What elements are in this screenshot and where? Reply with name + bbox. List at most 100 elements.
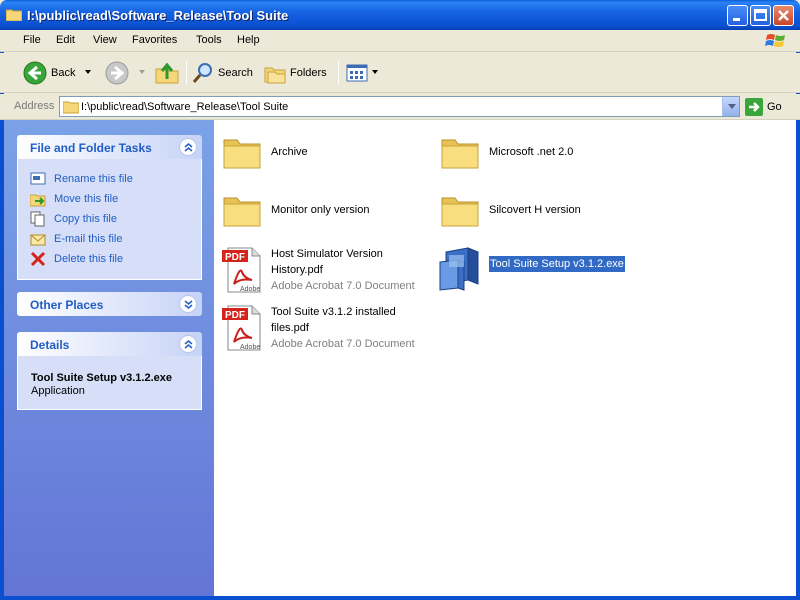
views-icon (346, 64, 368, 82)
file-type: Adobe Acrobat 7.0 Document (271, 280, 415, 292)
menu-edit[interactable]: Edit (56, 34, 75, 46)
file-item-host-simulator-pdf[interactable]: PDF Adobe Host Simulator Version History… (222, 244, 415, 294)
folder-icon (441, 139, 479, 169)
go-label: Go (767, 101, 782, 113)
expand-chevron-icon[interactable] (179, 295, 197, 313)
window-title: I:\public\read\Software_Release\Tool Sui… (27, 8, 289, 23)
panel-header[interactable]: File and Folder Tasks (17, 135, 202, 159)
panel-header[interactable]: Details (17, 332, 202, 356)
setup-installer-icon (439, 247, 479, 291)
views-dropdown-icon[interactable] (372, 70, 378, 74)
file-item-setup-exe[interactable]: Tool Suite Setup v3.1.2.exe (438, 246, 625, 292)
back-button[interactable]: Back (23, 59, 75, 87)
menu-favorites[interactable]: Favorites (132, 34, 177, 46)
panel-header[interactable]: Other Places (17, 292, 202, 316)
task-move[interactable]: Move this file (18, 189, 201, 209)
search-label: Search (218, 67, 253, 79)
folder-icon (223, 197, 261, 227)
task-rename[interactable]: Rename this file (18, 169, 201, 189)
move-icon (30, 194, 46, 207)
task-email[interactable]: E-mail this file (18, 229, 201, 249)
menu-view[interactable]: View (93, 34, 117, 46)
task-label[interactable]: Rename this file (54, 173, 133, 185)
menu-bar: File Edit View Favorites Tools Help (0, 30, 800, 52)
address-input[interactable] (81, 100, 711, 113)
other-places-panel: Other Places (17, 292, 202, 316)
rename-icon (30, 172, 46, 185)
views-button[interactable] (346, 59, 368, 87)
pdf-file-icon: PDF Adobe (222, 247, 261, 293)
email-icon (30, 234, 46, 246)
task-delete[interactable]: Delete this file (18, 249, 201, 269)
forward-arrow-icon (105, 61, 129, 85)
panel-title: Details (30, 338, 70, 352)
panel-title: Other Places (30, 298, 104, 312)
back-dropdown-icon[interactable] (85, 70, 91, 74)
task-label[interactable]: E-mail this file (54, 233, 122, 245)
menu-file[interactable]: File (23, 34, 41, 46)
task-copy[interactable]: Copy this file (18, 209, 201, 229)
panel-body: Tool Suite Setup v3.1.2.exe Application (17, 356, 202, 410)
file-text-block: Host Simulator Version History.pdf Adobe… (271, 246, 415, 294)
copy-icon (30, 211, 45, 227)
minimize-icon (733, 18, 740, 21)
panel-title: File and Folder Tasks (30, 141, 152, 155)
file-list-view[interactable]: Archive Microsoft .net 2.0 Monitor only … (214, 120, 796, 596)
collapse-chevron-icon[interactable] (179, 138, 197, 156)
task-label[interactable]: Move this file (54, 193, 118, 205)
minimize-button[interactable] (727, 5, 748, 26)
title-bar[interactable]: I:\public\read\Software_Release\Tool Sui… (0, 0, 800, 30)
pdf-badge-text: PDF (225, 252, 245, 263)
address-dropdown-button[interactable] (722, 97, 739, 116)
file-type: Adobe Acrobat 7.0 Document (271, 338, 415, 350)
search-icon (192, 63, 212, 83)
folders-button[interactable]: Folders (264, 59, 327, 87)
address-label: Address (14, 100, 55, 112)
up-folder-icon (155, 62, 179, 84)
file-folder-tasks-panel: File and Folder Tasks Rename this file M… (17, 135, 202, 280)
file-name: Silcovert H version (489, 204, 581, 216)
address-field[interactable] (59, 96, 740, 117)
close-button[interactable] (773, 5, 794, 26)
go-arrow-icon (745, 98, 763, 116)
panel-body: Rename this file Move this file Copy thi… (17, 159, 202, 280)
windows-logo-icon (765, 34, 785, 47)
forward-dropdown-icon[interactable] (139, 70, 145, 74)
file-name-line1: Tool Suite v3.1.2 installed (271, 306, 396, 318)
details-panel: Details Tool Suite Setup v3.1.2.exe Appl… (17, 332, 202, 410)
file-name-selected: Tool Suite Setup v3.1.2.exe (489, 256, 625, 272)
close-icon (778, 10, 789, 21)
folder-icon (223, 139, 261, 169)
file-name: Monitor only version (271, 204, 370, 216)
back-label: Back (51, 67, 76, 79)
collapse-chevron-icon[interactable] (179, 335, 197, 353)
menu-tools[interactable]: Tools (196, 34, 222, 46)
details-filetype: Application (31, 385, 85, 397)
folder-icon (6, 9, 22, 21)
pdf-badge-text: PDF (225, 310, 245, 321)
file-item-installed-files-pdf[interactable]: PDF Adobe Tool Suite v3.1.2 installed fi… (222, 302, 415, 352)
folder-item-microsoft-net[interactable]: Microsoft .net 2.0 (440, 132, 573, 172)
folder-item-silcovert[interactable]: Silcovert H version (440, 190, 581, 230)
folder-item-monitor-only[interactable]: Monitor only version (222, 190, 369, 230)
file-name-line2: files.pdf (271, 322, 309, 334)
forward-button[interactable] (105, 59, 129, 87)
details-filename: Tool Suite Setup v3.1.2.exe (31, 372, 173, 384)
folders-icon (264, 67, 286, 84)
folder-icon (441, 197, 479, 227)
search-button[interactable]: Search (192, 59, 253, 87)
task-label[interactable]: Copy this file (54, 213, 117, 225)
file-name: Microsoft .net 2.0 (489, 146, 574, 158)
maximize-button[interactable] (750, 5, 771, 26)
folder-item-archive[interactable]: Archive (222, 132, 308, 172)
go-button[interactable]: Go (745, 98, 782, 116)
delete-icon (30, 251, 46, 267)
toolbar-separator (186, 61, 187, 85)
task-label[interactable]: Delete this file (54, 253, 123, 265)
menu-help[interactable]: Help (237, 34, 260, 46)
adobe-label-text: Adobe (240, 344, 260, 351)
task-pane: File and Folder Tasks Rename this file M… (4, 120, 214, 596)
up-folder-button[interactable] (155, 59, 179, 87)
toolbar-separator (338, 61, 339, 85)
window-frame-bottom (0, 596, 800, 600)
